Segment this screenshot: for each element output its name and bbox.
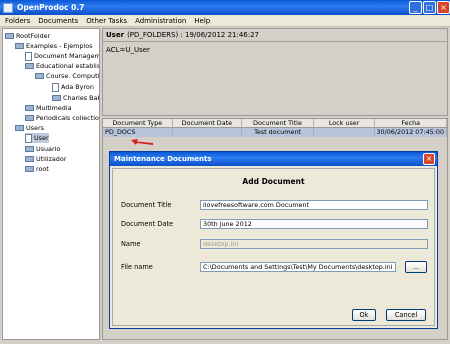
tree-item-examples[interactable]: Examples - Ejemplos xyxy=(15,41,92,51)
tree-item-usuario[interactable]: Usuario xyxy=(25,144,60,154)
document-date-input[interactable]: 30th june 2012 xyxy=(200,219,428,229)
document-icon xyxy=(25,51,32,61)
browse-button[interactable]: ... xyxy=(405,261,427,273)
tree-item-doc-management[interactable]: Document Management xyxy=(25,51,99,61)
document-title-label: Document Title xyxy=(121,201,172,209)
folder-icon xyxy=(25,63,34,69)
ok-button[interactable]: Ok xyxy=(352,309,376,321)
dialog-title: Maintenance Documents xyxy=(110,152,437,166)
folder-icon xyxy=(15,125,24,131)
tree-item-utilizador[interactable]: Utilizador xyxy=(25,154,66,164)
tree-item-ada[interactable]: Ada Byron xyxy=(52,82,94,92)
dialog-body: Add Document Document Title ilovefreesof… xyxy=(112,168,435,326)
folder-name: User xyxy=(106,31,125,39)
minimize-icon[interactable]: _ xyxy=(409,1,422,14)
tree-item-multimedia[interactable]: Multimedia xyxy=(25,103,72,113)
table-header: Document Type Document Date Document Tit… xyxy=(103,119,447,128)
cancel-button[interactable]: Cancel xyxy=(386,309,426,321)
tree-item-user[interactable]: User xyxy=(25,133,49,143)
folder-icon xyxy=(25,115,34,121)
red-arrow-icon xyxy=(131,139,153,145)
file-name-label: File name xyxy=(121,263,153,271)
dialog-close-icon[interactable]: × xyxy=(423,153,435,165)
document-icon xyxy=(25,133,32,143)
tree-item-root-user[interactable]: root xyxy=(25,164,49,174)
folder-icon xyxy=(25,156,34,162)
menu-other-tasks[interactable]: Other Tasks xyxy=(86,17,127,25)
folder-tree: RootFolder Examples - Ejemplos Document … xyxy=(2,28,100,340)
acl-text: ACL=U_User xyxy=(106,46,150,54)
tree-item-educational[interactable]: Educational establishment xyxy=(25,61,99,71)
table-row[interactable]: PD_DOCS Test document 30/06/2012 07:45:0… xyxy=(103,128,448,137)
folder-icon xyxy=(5,33,14,39)
title-bar: OpenProdoc 0.7 _ □ × xyxy=(0,0,450,15)
close-icon[interactable]: × xyxy=(437,1,450,14)
tree-item-root[interactable]: RootFolder xyxy=(5,31,50,41)
document-title-input[interactable]: ilovefreesoftware.com Document xyxy=(200,200,428,210)
folder-icon xyxy=(25,105,34,111)
maintenance-dialog: Maintenance Documents × Add Document Doc… xyxy=(109,151,438,329)
document-icon xyxy=(52,82,59,92)
column-header[interactable]: Document Title xyxy=(242,119,314,127)
maximize-icon[interactable]: □ xyxy=(423,1,436,14)
folder-icon xyxy=(35,73,44,79)
menu-help[interactable]: Help xyxy=(194,17,210,25)
folder-icon xyxy=(15,43,24,49)
column-header[interactable]: Document Date xyxy=(173,119,243,127)
column-header[interactable]: Lock user xyxy=(314,119,376,127)
table-cell xyxy=(314,128,376,137)
document-date-label: Document Date xyxy=(121,220,174,228)
menu-administration[interactable]: Administration xyxy=(135,17,186,25)
name-label: Name xyxy=(121,240,141,248)
table-cell: Test document xyxy=(242,128,314,137)
menu-documents[interactable]: Documents xyxy=(38,17,78,25)
tree-item-course[interactable]: Course. Computing xyxy=(35,71,99,81)
dialog-heading: Add Document xyxy=(242,177,305,186)
name-input: desktop.ini xyxy=(200,239,428,249)
column-header[interactable]: Fecha xyxy=(375,119,447,127)
folder-info-header: User (PD_FOLDERS) : 19/06/2012 21:46:27 xyxy=(103,29,447,42)
menu-bar: Folders Documents Other Tasks Administra… xyxy=(0,15,450,27)
table-cell xyxy=(173,128,243,137)
menu-folders[interactable]: Folders xyxy=(5,17,30,25)
folder-info-panel: User (PD_FOLDERS) : 19/06/2012 21:46:27 … xyxy=(102,28,448,116)
table-cell: 30/06/2012 07:45:00 xyxy=(375,128,448,137)
tree-item-charles[interactable]: Charles Babbage xyxy=(52,93,99,103)
column-header[interactable]: Document Type xyxy=(103,119,173,127)
folder-icon xyxy=(25,146,34,152)
folder-icon xyxy=(52,95,61,101)
folder-meta: (PD_FOLDERS) : 19/06/2012 21:46:27 xyxy=(127,31,260,39)
app-icon xyxy=(3,2,13,13)
file-name-input[interactable]: C:\Documents and Settings\Test\My Docume… xyxy=(200,262,396,272)
table-cell: PD_DOCS xyxy=(103,128,173,137)
tree-item-periodicals[interactable]: Periodicals collection xyxy=(25,113,99,123)
folder-icon xyxy=(25,166,34,172)
window-title: OpenProdoc 0.7 xyxy=(17,3,85,12)
tree-item-users[interactable]: Users xyxy=(15,123,44,133)
